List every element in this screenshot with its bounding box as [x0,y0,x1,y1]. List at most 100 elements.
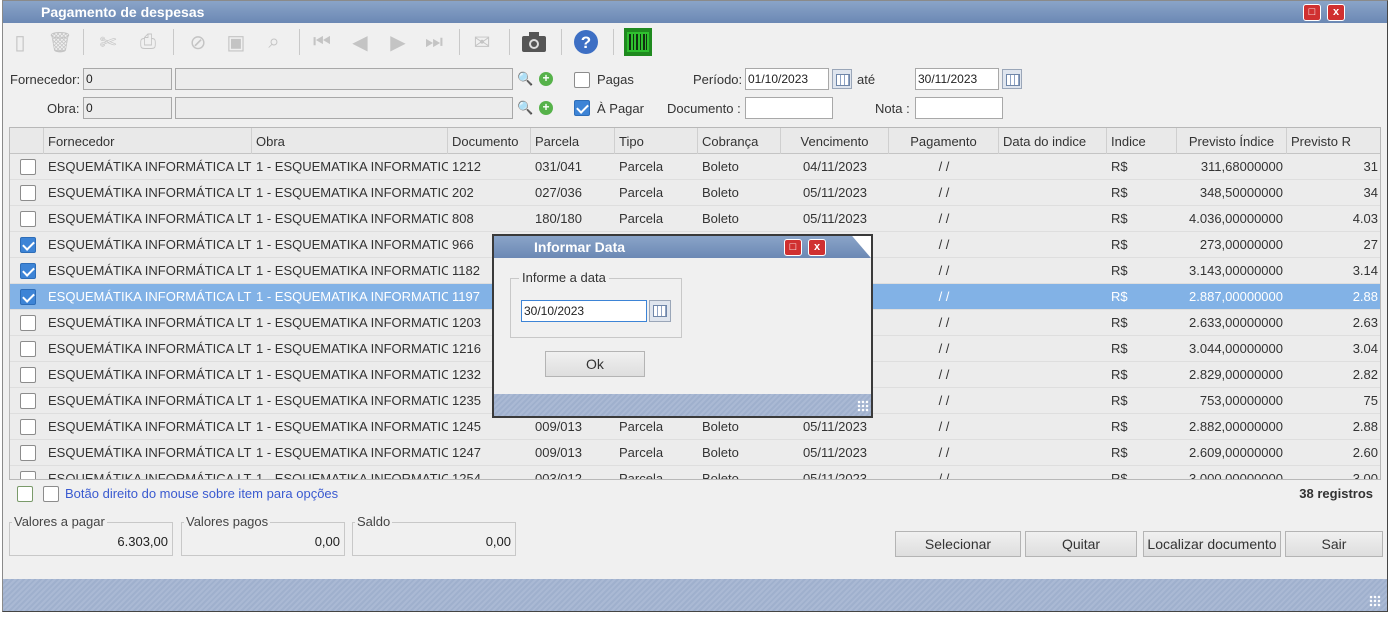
maximize-button[interactable]: □ [1303,4,1321,21]
last-icon[interactable]: ⏭ [419,27,449,57]
cell-data-indice [999,388,1107,414]
table-row[interactable]: ESQUEMÁTIKA INFORMÁTICA LTI 1 - ESQUEMATI… [10,466,1380,480]
valores-a-pagar-value: 6.303,00 [117,534,168,549]
dialog-resize-grip-icon[interactable] [857,400,869,412]
periodo-end-input[interactable]: 30/11/2023 [915,68,999,90]
quitar-button[interactable]: Quitar [1025,531,1137,557]
comment-icon[interactable]: ✉ [467,27,497,57]
camera-icon[interactable] [519,27,549,57]
select-none-checkbox[interactable] [43,486,59,502]
fornecedor-add-icon[interactable]: + [539,72,553,86]
table-row[interactable]: ESQUEMÁTIKA INFORMÁTICA LTI 1 - ESQUEMATI… [10,154,1380,180]
fornecedor-code-input[interactable]: 0 [83,68,172,90]
dialog-maximize-button[interactable]: □ [784,239,802,256]
dialog-close-button[interactable]: x [808,239,826,256]
documento-input[interactable] [745,97,833,119]
cell-pagamento: / / [938,471,950,480]
periodo-start-input[interactable]: 01/10/2023 [745,68,829,90]
cell-data-indice [999,284,1107,310]
prev-icon[interactable]: ◀ [345,27,375,57]
cell-previsto-indice: 3.143,00000000 [1189,263,1283,278]
cell-obra: 1 - ESQUEMATIKA INFORMATIC [256,445,448,460]
table-row[interactable]: ESQUEMÁTIKA INFORMÁTICA LTI 1 - ESQUEMATI… [10,440,1380,466]
column-header[interactable]: Parcela [531,128,615,154]
svg-text:?: ? [581,33,591,52]
obra-add-icon[interactable]: + [539,101,553,115]
new-icon[interactable]: ▯ [5,27,35,57]
search-icon[interactable]: ⌕ [259,27,289,57]
row-checkbox[interactable] [20,315,36,331]
column-header[interactable]: Fornecedor [44,128,252,154]
nota-input[interactable] [915,97,1003,119]
column-header[interactable]: Previsto Índice [1177,128,1287,154]
cell-previsto-r: 2.88 [1352,419,1378,434]
row-checkbox[interactable] [20,367,36,383]
cell-indice: R$ [1111,315,1128,330]
fornecedor-name-input[interactable] [175,68,513,90]
help-icon[interactable]: ? [571,27,601,57]
row-checkbox[interactable] [20,289,36,305]
column-header[interactable]: Pagamento [889,128,999,154]
row-checkbox[interactable] [20,211,36,227]
cell-previsto-indice: 2.633,00000000 [1189,315,1283,330]
row-checkbox[interactable] [20,185,36,201]
column-header[interactable]: Data do indice [999,128,1107,154]
row-checkbox[interactable] [20,159,36,175]
tools-icon[interactable]: ✄ [93,27,123,57]
periodo-start-calendar-icon[interactable] [832,69,852,89]
sair-button[interactable]: Sair [1285,531,1383,557]
cancel-icon[interactable]: ⊘ [183,27,213,57]
dialog-date-input[interactable]: 30/10/2023 [521,300,647,322]
row-checkbox[interactable] [20,263,36,279]
cell-vencimento: 05/11/2023 [802,211,868,226]
printer-icon[interactable]: ⎙ [133,27,163,57]
first-icon[interactable]: ⏮ [307,27,337,57]
row-checkbox[interactable] [20,237,36,253]
fornecedor-search-icon[interactable]: 🔍 [517,71,533,87]
dialog-ok-button[interactable]: Ok [545,351,645,377]
localizar-documento-button[interactable]: Localizar documento [1143,531,1281,557]
obra-search-icon[interactable]: 🔍 [517,100,533,116]
resize-grip-icon[interactable] [1369,595,1381,607]
select-all-checkbox[interactable] [17,486,33,502]
save-icon[interactable]: ▣ [221,27,251,57]
table-row[interactable]: ESQUEMÁTIKA INFORMÁTICA LTI 1 - ESQUEMATI… [10,180,1380,206]
close-button[interactable]: x [1327,4,1345,21]
column-header[interactable]: Indice [1107,128,1177,154]
obra-code-input[interactable]: 0 [83,97,172,119]
cell-previsto-indice: 3.044,00000000 [1189,341,1283,356]
cell-pagamento: / / [938,289,950,304]
cell-parcela: 027/036 [535,185,582,200]
dialog-status-bar [494,394,871,416]
next-icon[interactable]: ▶ [383,27,413,57]
cell-pagamento: / / [938,159,950,174]
row-checkbox[interactable] [20,341,36,357]
selecionar-button[interactable]: Selecionar [895,531,1021,557]
row-checkbox[interactable] [20,393,36,409]
column-header[interactable]: Vencimento [781,128,889,154]
periodo-end-calendar-icon[interactable] [1002,69,1022,89]
obra-name-input[interactable] [175,97,513,119]
ate-label: até [857,72,876,87]
table-row[interactable]: ESQUEMÁTIKA INFORMÁTICA LTI 1 - ESQUEMATI… [10,206,1380,232]
row-checkbox[interactable] [20,445,36,461]
column-header[interactable]: Previsto R [1287,128,1380,154]
cell-tipo: Parcela [619,159,664,174]
cell-indice: R$ [1111,185,1128,200]
cell-obra: 1 - ESQUEMATIKA INFORMATIC [256,159,448,174]
column-header[interactable]: Tipo [615,128,698,154]
valores-pagos-label: Valores pagos [184,514,271,529]
row-checkbox[interactable] [20,419,36,435]
column-header[interactable]: Obra [252,128,448,154]
column-header[interactable]: Documento [448,128,531,154]
column-header[interactable]: Cobrança [698,128,781,154]
cell-obra: 1 - ESQUEMATIKA INFORMATIC [256,211,448,226]
barcode-icon[interactable] [623,27,653,57]
pagas-checkbox[interactable] [574,72,590,88]
row-checkbox[interactable] [20,471,36,479]
cell-previsto-indice: 4.036,00000000 [1189,211,1283,226]
trash-icon[interactable]: 🗑 [45,27,75,57]
saldo-label: Saldo [355,514,393,529]
apagar-checkbox[interactable] [574,100,590,116]
dialog-calendar-icon[interactable] [649,300,671,322]
